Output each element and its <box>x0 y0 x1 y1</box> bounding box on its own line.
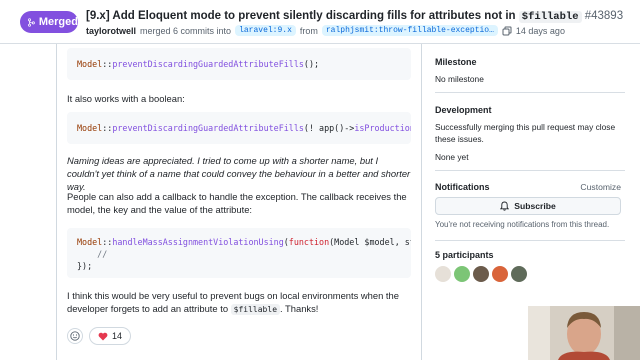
pr-title-code: $fillable <box>518 11 582 23</box>
merge-icon <box>28 17 35 27</box>
paragraph-callback: People can also add a callback to handle… <box>67 191 407 215</box>
notifications-section: Notifications Customize Subscribe You're… <box>435 182 625 229</box>
webcam-overlay <box>528 306 640 360</box>
participants-section: 5 participants <box>435 250 625 282</box>
code-block-3: Model::handleMassAssignmentViolationUsin… <box>67 228 411 278</box>
sidebar-divider <box>435 92 625 93</box>
subscribe-button[interactable]: Subscribe <box>435 197 621 215</box>
participant-avatar[interactable] <box>454 266 470 282</box>
participants-heading: 5 participants <box>435 250 494 260</box>
heart-reaction-count: 14 <box>112 331 123 341</box>
development-section: Development Successfully merging this pu… <box>435 105 625 163</box>
pr-title: [9.x] Add Eloquent mode to prevent silen… <box>86 10 623 23</box>
code-block-2: Model::preventDiscardingGuardedAttribute… <box>67 112 411 144</box>
from-text: from <box>299 25 318 36</box>
participant-avatar[interactable] <box>492 266 508 282</box>
milestone-value: No milestone <box>435 74 484 84</box>
paragraph-conclusion: I think this would be very useful to pre… <box>67 290 399 315</box>
code-block-1: Model::preventDiscardingGuardedAttribute… <box>67 48 411 80</box>
paragraph-naming: Naming ideas are appreciated. I tried to… <box>67 155 411 192</box>
add-reaction-button[interactable] <box>67 328 83 344</box>
milestone-heading[interactable]: Milestone <box>435 57 625 67</box>
development-description: Successfully merging this pull request m… <box>435 122 616 144</box>
smiley-icon <box>70 331 80 341</box>
reactions-bar: 14 <box>67 327 132 345</box>
pr-author-link[interactable]: taylorotwell <box>86 26 136 36</box>
pr-description-comment: Model::preventDiscardingGuardedAttribute… <box>56 44 422 360</box>
copy-icon[interactable] <box>502 26 512 36</box>
heart-icon <box>98 332 108 340</box>
sidebar-divider <box>435 240 625 241</box>
paragraph-boolean: It also works with a boolean: <box>67 93 185 104</box>
participant-avatar[interactable] <box>435 266 451 282</box>
pr-header: Merged [9.x] Add Eloquent mode to preven… <box>0 0 640 44</box>
development-heading[interactable]: Development <box>435 105 625 115</box>
customize-link[interactable]: Customize <box>580 182 621 192</box>
pr-number: #43893 <box>584 10 624 22</box>
merged-status-label: Merged <box>38 16 78 28</box>
notifications-status: You're not receiving notifications from … <box>435 220 610 229</box>
presenter-video <box>528 306 640 360</box>
participant-avatar[interactable] <box>473 266 489 282</box>
merged-status-badge: Merged <box>20 11 78 33</box>
heart-reaction-button[interactable]: 14 <box>89 327 132 345</box>
participant-avatar[interactable] <box>511 266 527 282</box>
pr-meta: taylorotwell merged 6 commits into larav… <box>86 25 565 36</box>
pr-title-text: [9.x] Add Eloquent mode to prevent silen… <box>86 10 516 22</box>
fillable-inline-code: $fillable <box>230 304 281 315</box>
bell-icon <box>500 201 510 211</box>
milestone-section: Milestone No milestone <box>435 57 625 85</box>
development-value: None yet <box>435 152 469 162</box>
head-branch[interactable]: ralphjsmit:throw-fillable-exceptio… <box>321 25 498 36</box>
merge-text: merged 6 commits into <box>140 25 232 36</box>
subscribe-label: Subscribe <box>514 201 556 211</box>
sidebar-divider <box>435 170 625 171</box>
merge-time-ago: 14 days ago <box>515 25 565 36</box>
base-branch[interactable]: laravel:9.x <box>235 25 296 36</box>
participants-avatars <box>435 266 625 282</box>
